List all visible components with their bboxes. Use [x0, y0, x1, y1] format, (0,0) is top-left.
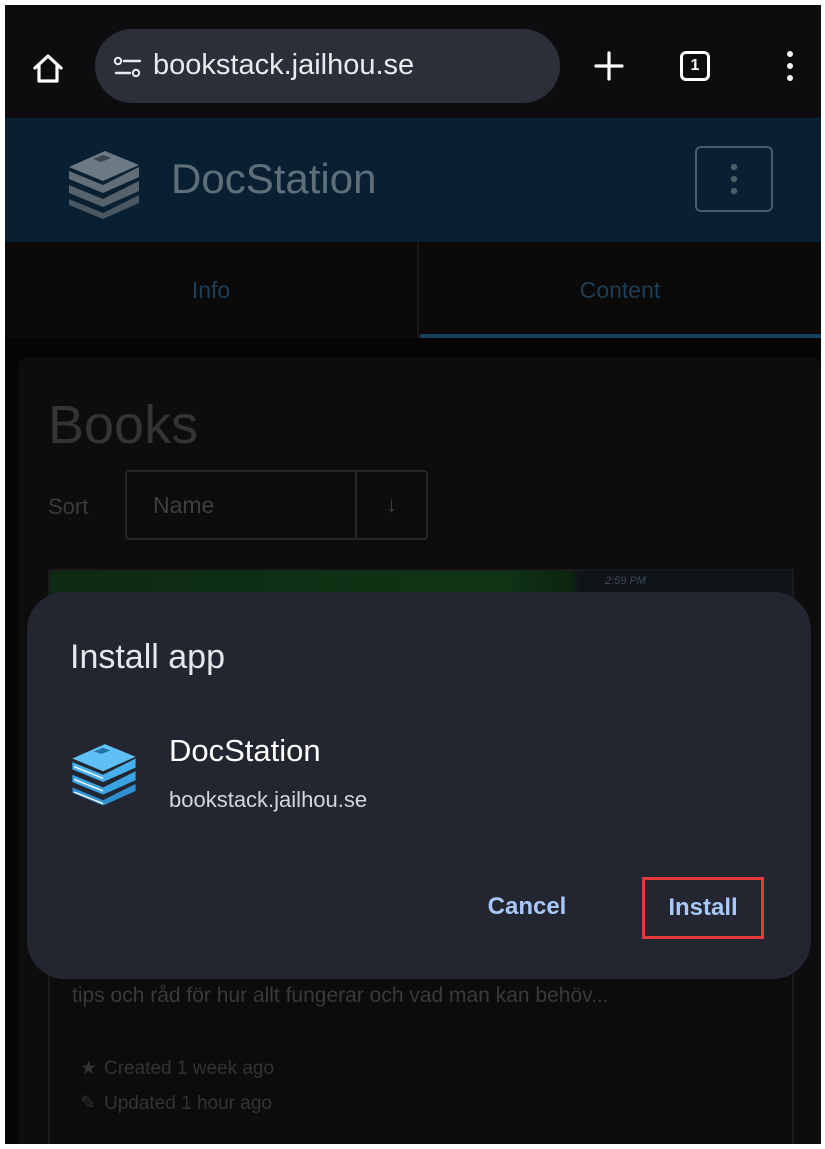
install-app-dialog: Install app DocStation bookstack.jailhou…: [27, 592, 811, 979]
site-header: DocStation: [5, 118, 821, 242]
pencil-icon: ✎: [80, 1093, 96, 1114]
active-tab-indicator: [420, 334, 821, 338]
sort-direction-button[interactable]: ↓: [355, 470, 428, 540]
browser-window: bookstack.jailhou.se 1 DocStation Info C…: [5, 5, 821, 1144]
book-created: ★ Created 1 week ago: [80, 1057, 274, 1080]
tab-switcher-icon[interactable]: 1: [680, 51, 710, 81]
sort-select[interactable]: Name: [125, 470, 356, 540]
page-title: Books: [48, 395, 199, 455]
plus-icon[interactable]: [592, 49, 626, 83]
star-icon: ★: [80, 1058, 98, 1079]
book-stack-icon[interactable]: [63, 147, 145, 219]
more-vertical-icon[interactable]: [780, 49, 800, 83]
url-text[interactable]: bookstack.jailhou.se: [153, 47, 414, 83]
dialog-title: Install app: [70, 638, 225, 676]
book-created-text: Created 1 week ago: [104, 1058, 275, 1079]
app-url: bookstack.jailhou.se: [169, 787, 368, 812]
header-menu-button[interactable]: [695, 146, 773, 212]
address-bar[interactable]: bookstack.jailhou.se: [95, 29, 560, 103]
arrow-down-icon: ↓: [386, 492, 397, 517]
sort-label: Sort: [48, 494, 89, 519]
tab-count: 1: [690, 57, 700, 74]
site-name[interactable]: DocStation: [171, 154, 376, 204]
browser-toolbar: bookstack.jailhou.se 1: [5, 5, 821, 118]
book-updated-text: Updated 1 hour ago: [104, 1093, 272, 1114]
home-icon[interactable]: [31, 51, 65, 85]
tab-info[interactable]: Info: [5, 242, 419, 338]
app-name: DocStation: [169, 733, 321, 768]
install-button[interactable]: Install: [642, 877, 764, 939]
tab-content[interactable]: Content: [419, 242, 821, 338]
more-vertical-icon: [730, 163, 738, 195]
tab-bar: Info Content: [5, 242, 821, 338]
cancel-button[interactable]: Cancel: [467, 882, 587, 932]
book-cover-status: 2:59 PM: [605, 575, 646, 587]
site-settings-icon[interactable]: [113, 55, 143, 79]
book-description: tips och råd för hur allt fungerar och v…: [72, 984, 609, 1007]
book-updated: ✎ Updated 1 hour ago: [80, 1092, 272, 1115]
book-stack-icon: [67, 740, 141, 806]
